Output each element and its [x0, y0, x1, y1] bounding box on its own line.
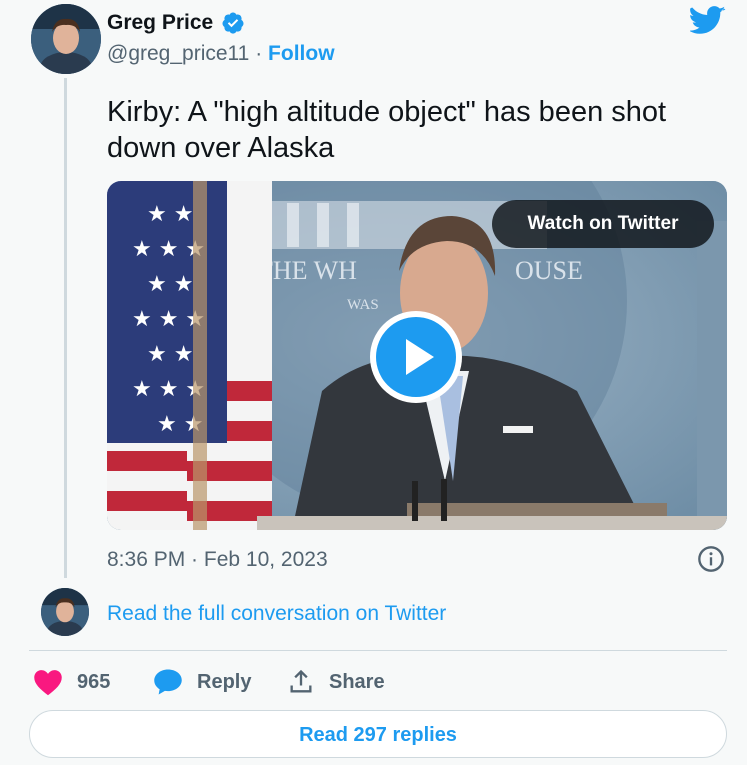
read-full-conversation-link[interactable]: Read the full conversation on Twitter: [107, 600, 446, 628]
author-handle[interactable]: @greg_price11: [107, 42, 249, 65]
svg-text:★ ★: ★ ★: [147, 202, 193, 227]
info-icon[interactable]: [697, 545, 725, 573]
reply-label: Reply: [197, 670, 252, 693]
author-name[interactable]: Greg Price: [107, 9, 213, 37]
svg-text:★ ★: ★ ★: [147, 272, 193, 297]
share-icon: [290, 669, 312, 693]
thread-line: [64, 78, 67, 578]
divider: [29, 650, 727, 651]
follow-button[interactable]: Follow: [268, 42, 335, 65]
tweet-text: Kirby: A "high altitude object" has been…: [107, 96, 667, 164]
seal-text-left: THE WH: [257, 256, 357, 285]
svg-text:★ ★: ★ ★: [147, 342, 193, 367]
conversation-avatar[interactable]: [41, 588, 89, 636]
handle-separator: ·: [255, 42, 263, 65]
twitter-bird-icon[interactable]: [690, 6, 726, 36]
share-button[interactable]: Share: [287, 666, 385, 698]
heart-icon: [34, 670, 62, 696]
tweet-embed-card: Greg Price @greg_price11 · Follow Kirby:…: [0, 0, 747, 765]
verified-badge-icon: [222, 12, 244, 34]
like-button[interactable]: 965: [33, 666, 110, 698]
share-label: Share: [329, 670, 385, 693]
play-icon[interactable]: [368, 309, 464, 405]
like-count: 965: [77, 670, 111, 693]
read-replies-button[interactable]: Read 297 replies: [29, 710, 727, 758]
tweet-timestamp[interactable]: 8:36 PM · Feb 10, 2023: [107, 546, 328, 574]
reply-bubble-icon: [154, 669, 182, 695]
reply-button[interactable]: Reply: [153, 666, 251, 698]
watch-on-twitter-button[interactable]: Watch on Twitter: [492, 200, 714, 248]
seal-text-right: OUSE: [515, 256, 583, 285]
author-avatar[interactable]: [31, 4, 101, 74]
author-handle-row: @greg_price11 · Follow: [107, 40, 335, 68]
